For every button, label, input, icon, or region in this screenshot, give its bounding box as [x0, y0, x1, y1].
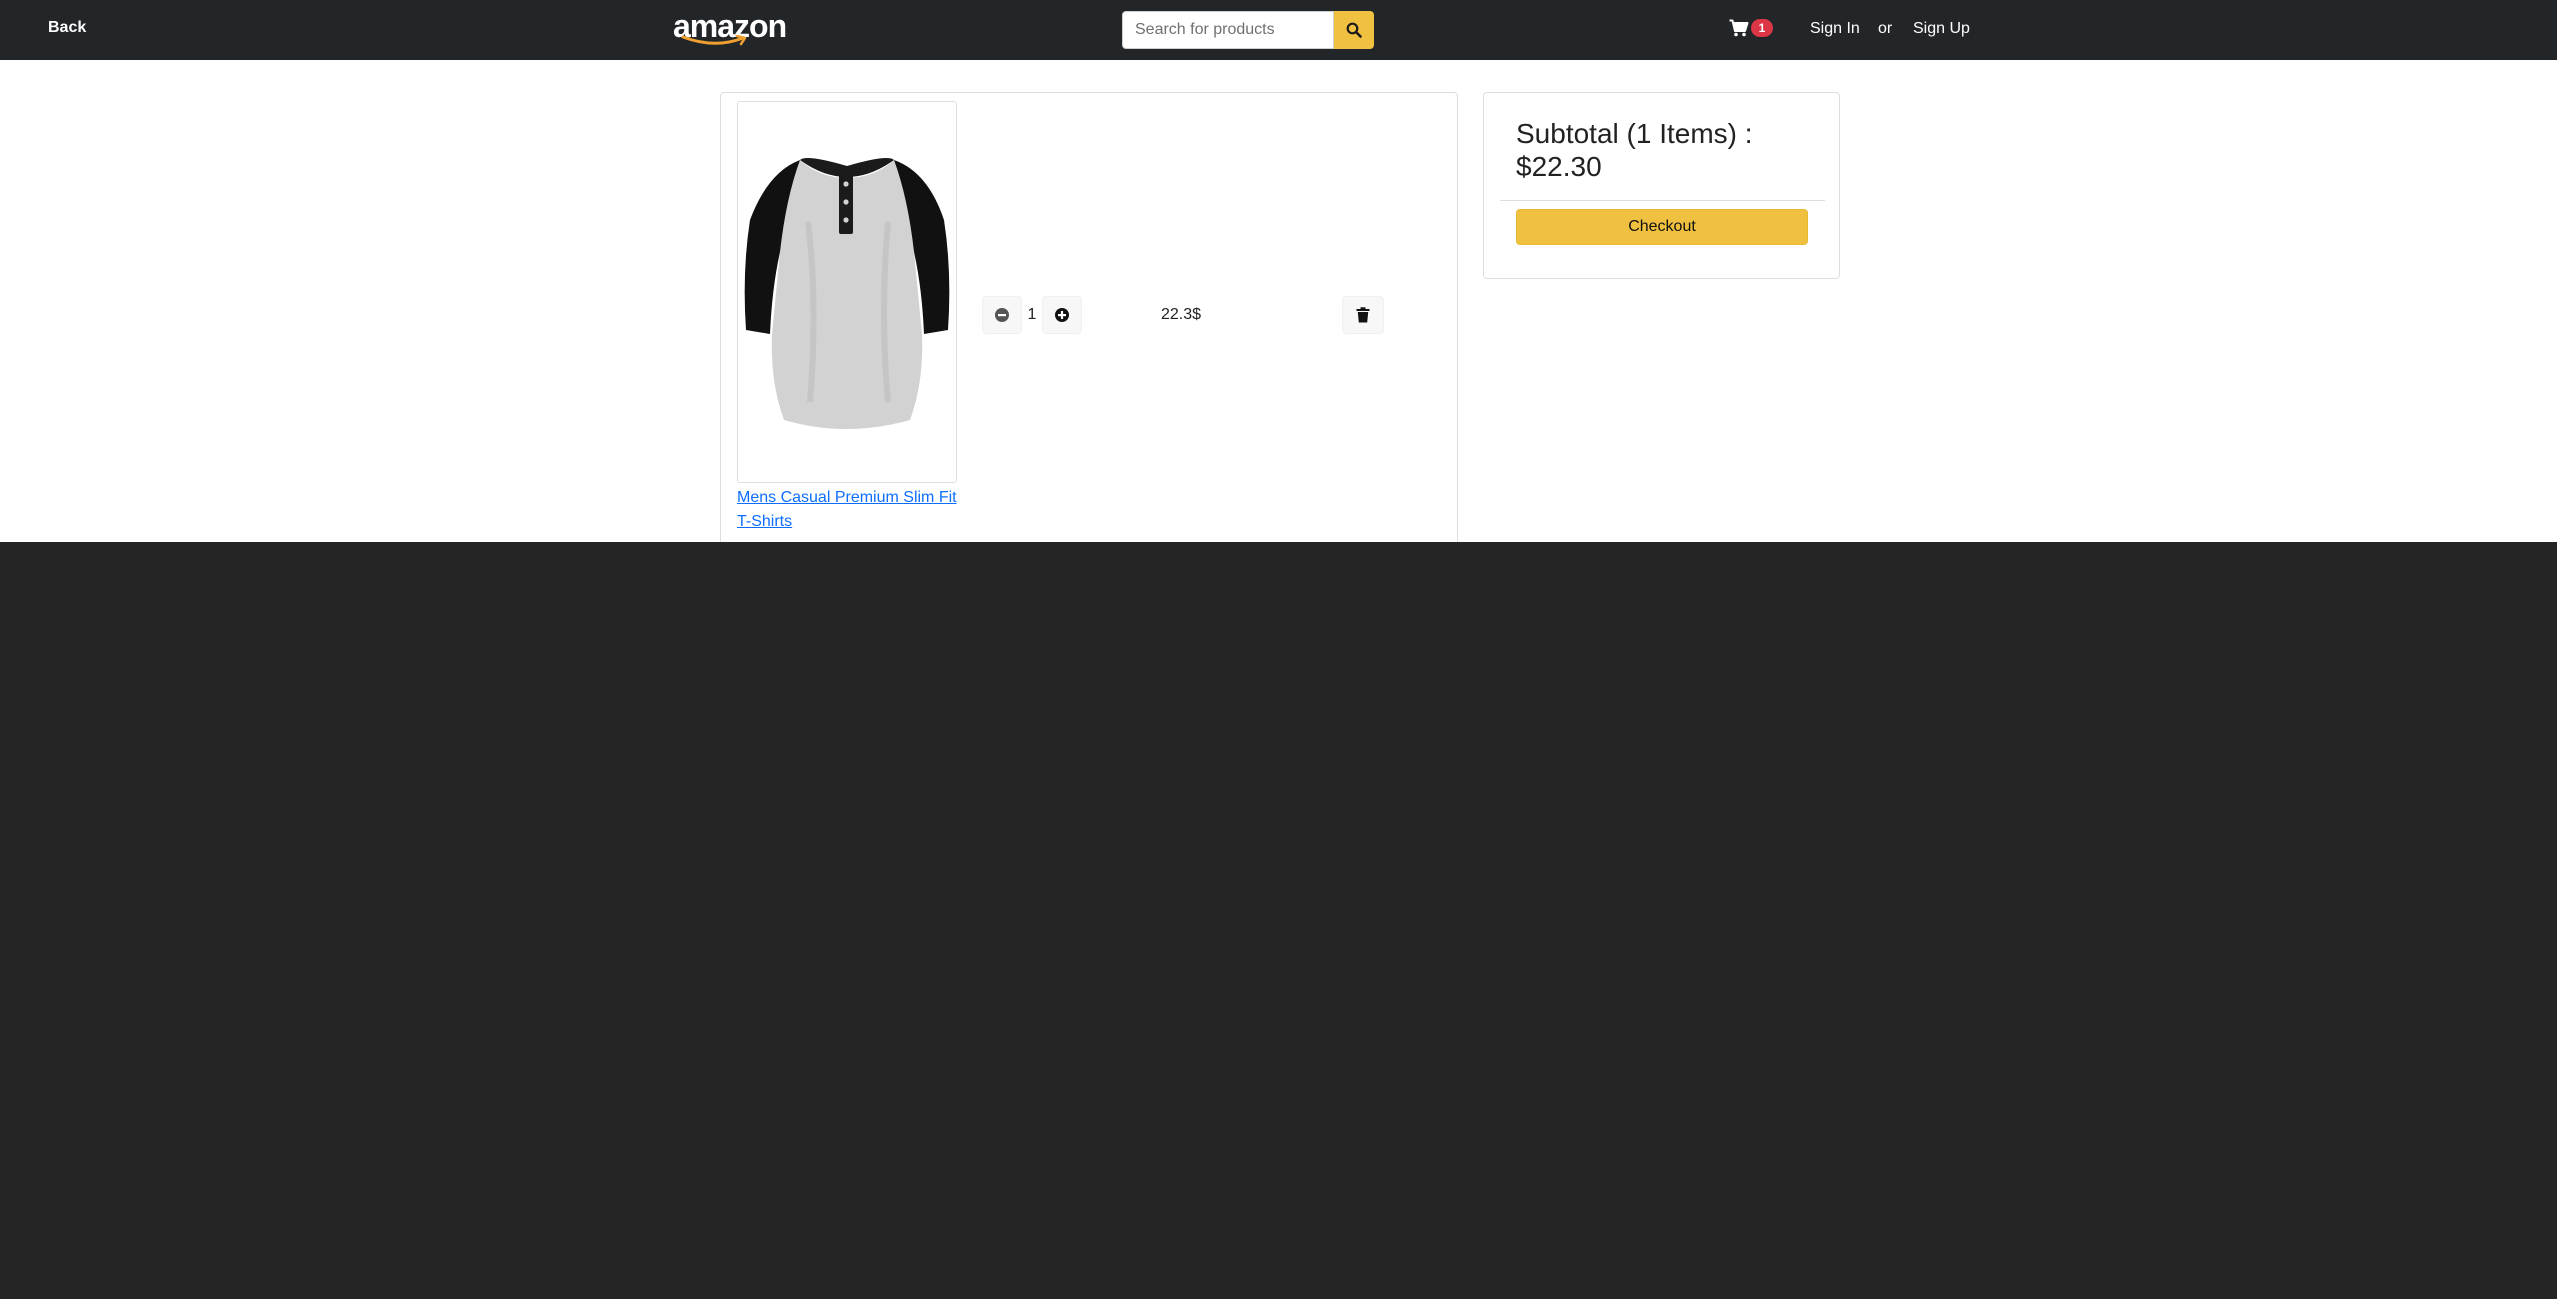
delete-item-button[interactable]	[1342, 296, 1384, 334]
cart-icon	[1729, 19, 1749, 37]
back-link[interactable]: Back	[48, 19, 86, 37]
sign-up-link[interactable]: Sign Up	[1913, 20, 1970, 38]
cart-link[interactable]: 1	[1729, 19, 1773, 37]
increase-quantity-button[interactable]	[1042, 296, 1082, 334]
tshirt-image	[744, 158, 950, 429]
checkout-button[interactable]: Checkout	[1516, 209, 1808, 245]
item-price: 22.3$	[1161, 306, 1202, 323]
top-navbar: Back amazon 1 Sign In or Sign Up	[0, 0, 2557, 60]
search-button[interactable]	[1334, 11, 1374, 49]
cart-item-card: Mens Casual Premium Slim Fit T-Shirts 1 …	[720, 92, 1458, 542]
quantity-stepper: 1	[982, 296, 1082, 334]
trash-icon	[1356, 307, 1370, 323]
cart-count-badge: 1	[1751, 19, 1773, 37]
product-image[interactable]	[737, 101, 957, 483]
main-content: Mens Casual Premium Slim Fit T-Shirts 1 …	[0, 60, 2557, 542]
sign-in-link[interactable]: Sign In	[1810, 20, 1860, 38]
minus-circle-icon	[995, 308, 1009, 322]
order-summary-card: Subtotal (1 Items) : $22.30 Checkout	[1483, 92, 1840, 279]
quantity-value: 1	[1027, 306, 1037, 323]
or-separator: or	[1878, 20, 1893, 37]
summary-divider	[1500, 200, 1825, 201]
decrease-quantity-button[interactable]	[982, 296, 1022, 334]
amazon-logo[interactable]: amazon	[673, 9, 787, 49]
search-icon	[1346, 22, 1362, 38]
subtotal-heading: Subtotal (1 Items) : $22.30	[1516, 118, 1753, 182]
product-name-link[interactable]: Mens Casual Premium Slim Fit T-Shirts	[737, 486, 962, 534]
search-bar	[1122, 11, 1374, 49]
search-input[interactable]	[1122, 11, 1334, 49]
plus-circle-icon	[1055, 308, 1069, 322]
logo-smile-icon	[681, 35, 747, 46]
